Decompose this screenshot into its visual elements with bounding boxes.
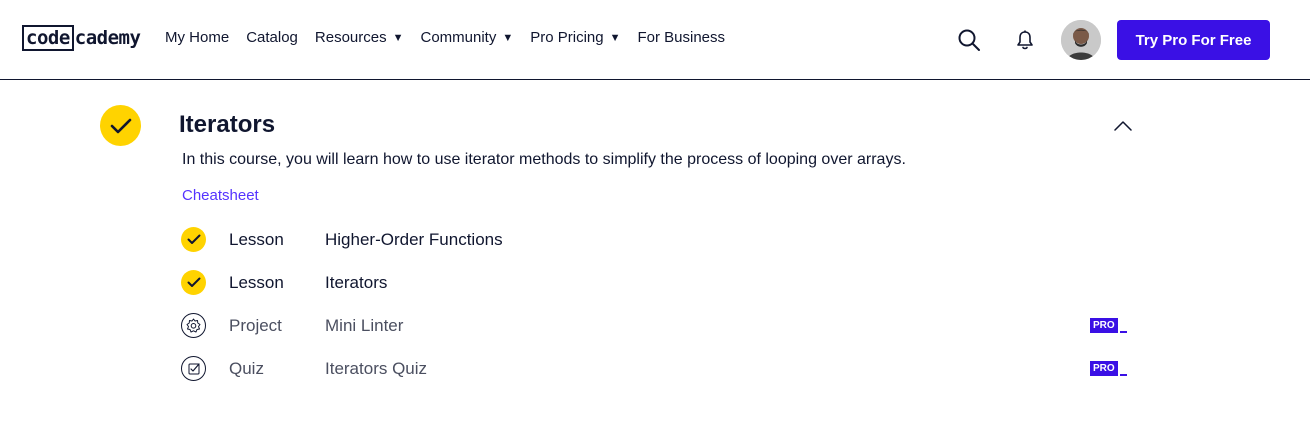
- module-description: In this course, you will learn how to us…: [182, 151, 906, 168]
- pro-badge-underscore: [1119, 331, 1127, 333]
- module-title: Iterators: [179, 111, 276, 138]
- check-icon: [181, 227, 206, 252]
- module-complete-check-icon: [100, 105, 141, 146]
- main-nav: My Home Catalog Resources ▼ Community ▼ …: [165, 29, 742, 46]
- nav-community-label: Community: [420, 29, 497, 46]
- nav-resources[interactable]: Resources ▼: [315, 29, 404, 46]
- nav-for-business[interactable]: For Business: [637, 29, 725, 46]
- logo-rest-text: cademy: [74, 27, 141, 49]
- nav-catalog[interactable]: Catalog: [246, 29, 298, 46]
- search-icon[interactable]: [957, 28, 981, 52]
- list-item[interactable]: Project Mini Linter PRO: [180, 304, 1140, 347]
- user-avatar[interactable]: [1061, 20, 1101, 60]
- item-type: Quiz: [229, 358, 264, 378]
- check-icon: [181, 270, 206, 295]
- pro-badge-label: PRO: [1090, 361, 1118, 376]
- nav-my-home-label: My Home: [165, 29, 230, 46]
- caret-down-icon: ▼: [502, 31, 514, 44]
- item-type: Project: [229, 315, 282, 335]
- project-gear-icon: [181, 313, 206, 338]
- item-name: Higher-Order Functions: [325, 229, 503, 249]
- nav-for-business-label: For Business: [637, 29, 726, 46]
- list-item[interactable]: Lesson Iterators: [180, 261, 1140, 304]
- item-name: Mini Linter: [325, 315, 404, 335]
- pro-badge: PRO: [1090, 318, 1127, 333]
- try-pro-button[interactable]: Try Pro For Free: [1117, 20, 1270, 60]
- item-name: Iterators Quiz: [325, 358, 428, 378]
- cheatsheet-link[interactable]: Cheatsheet: [182, 187, 259, 204]
- pro-badge: PRO: [1090, 361, 1127, 376]
- item-name: Iterators: [325, 272, 388, 292]
- top-nav-bar: code cademy My Home Catalog Resources ▼ C…: [0, 0, 1310, 80]
- caret-down-icon: ▼: [392, 31, 404, 44]
- list-item[interactable]: Quiz Iterators Quiz PRO: [180, 347, 1140, 390]
- bell-icon[interactable]: [1014, 29, 1036, 51]
- list-item[interactable]: Lesson Higher-Order Functions: [180, 218, 1140, 261]
- nav-pro-pricing[interactable]: Pro Pricing ▼: [530, 29, 620, 46]
- nav-community[interactable]: Community ▼: [420, 29, 513, 46]
- chevron-up-icon[interactable]: [1113, 119, 1133, 133]
- nav-catalog-label: Catalog: [246, 29, 298, 46]
- nav-resources-label: Resources: [314, 29, 387, 46]
- module-content-list: Lesson Higher-Order Functions Lesson Ite…: [180, 218, 1140, 390]
- quiz-icon: [181, 356, 206, 381]
- caret-down-icon: ▼: [609, 31, 621, 44]
- nav-my-home[interactable]: My Home: [165, 29, 229, 46]
- pro-badge-label: PRO: [1090, 318, 1118, 333]
- codecademy-logo[interactable]: code cademy: [22, 25, 141, 51]
- pro-badge-underscore: [1119, 374, 1127, 376]
- item-type: Lesson: [229, 272, 284, 292]
- logo-boxed-text: code: [22, 25, 74, 51]
- nav-pro-pricing-label: Pro Pricing: [530, 29, 604, 46]
- item-type: Lesson: [229, 229, 284, 249]
